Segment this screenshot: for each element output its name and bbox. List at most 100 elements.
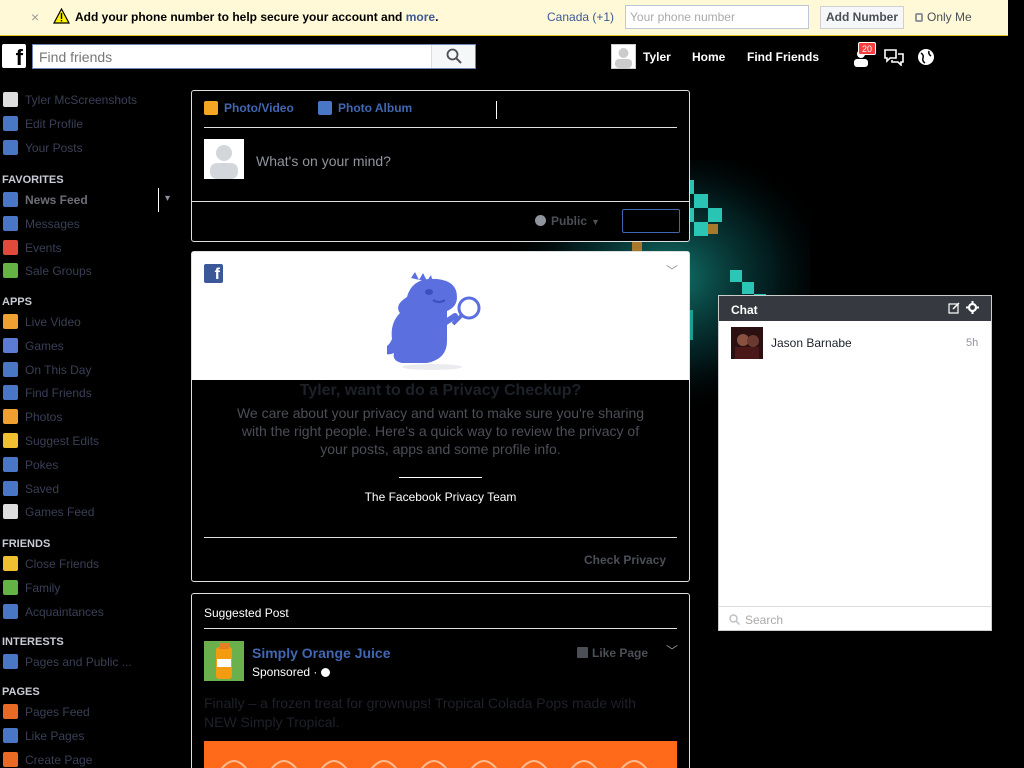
acquaintances-icon <box>3 603 18 619</box>
suggested-post: Suggested Post Simply Orange Juice Spons… <box>191 593 690 768</box>
phone-number-input[interactable] <box>625 5 809 29</box>
sidebar-item[interactable]: Photos <box>0 407 180 427</box>
like-page-label: Like Page <box>592 646 649 660</box>
search-icon <box>446 48 462 64</box>
compose-icon[interactable] <box>948 302 960 314</box>
caret-down-icon[interactable]: ▾ <box>165 193 170 204</box>
sidebar-item[interactable]: Edit Profile <box>0 114 180 134</box>
sidebar-item-label: Close Friends <box>25 557 100 571</box>
sidebar-item-label: Tyler McScreenshots <box>25 93 138 107</box>
sidebar-item[interactable]: Your Posts <box>0 138 180 158</box>
sidebar-item[interactable]: On This Day <box>0 360 180 380</box>
avatar <box>611 44 636 69</box>
sidebar-item[interactable]: News Feed ▾ <box>0 188 180 212</box>
sidebar-item[interactable]: Live Video <box>0 312 180 332</box>
sidebar-item[interactable]: Acquaintances <box>0 602 180 622</box>
photo-album-tab[interactable]: Photo Album <box>318 101 412 115</box>
sidebar-item-label: Like Pages <box>25 728 85 743</box>
suggest-edits-icon <box>3 433 18 448</box>
find-friends-icon <box>3 385 18 401</box>
divider <box>399 477 482 478</box>
like-page-button[interactable]: Like Page <box>577 646 648 660</box>
globe-icon <box>320 668 330 677</box>
sidebar-item[interactable]: Family <box>0 578 180 598</box>
chat-title: Chat <box>731 303 758 317</box>
photo-video-tab[interactable]: Photo/Video <box>204 101 294 115</box>
sidebar-item[interactable]: Like Pages <box>0 726 180 746</box>
contact-name: Jason Barnabe <box>771 336 852 350</box>
check-privacy-button[interactable]: Check Privacy <box>584 553 666 567</box>
sidebar-item-label: Live Video <box>25 315 81 329</box>
sidebar-item[interactable]: Find Friends <box>0 383 180 403</box>
sidebar-item-label: Events <box>25 240 62 255</box>
album-icon <box>318 101 332 115</box>
phone-banner: × Add your phone number to help secure y… <box>0 0 1008 36</box>
search-input[interactable] <box>33 45 431 68</box>
sidebar-item-label: Photos <box>25 410 63 425</box>
page-name-link[interactable]: Simply Orange Juice <box>252 645 391 661</box>
nav-heading-favorites: FAVORITES <box>2 174 64 186</box>
search-button[interactable] <box>431 45 475 68</box>
chevron-down-icon[interactable]: ﹀ <box>666 262 678 279</box>
audience-selector-public[interactable]: Public ▼ <box>535 214 600 228</box>
thumbs-up-icon <box>3 727 18 743</box>
sidebar-item[interactable]: Games <box>0 336 180 356</box>
sidebar-item-label: Sale Groups <box>25 264 92 279</box>
tab-divider <box>496 101 497 119</box>
sidebar-item[interactable]: Pokes <box>0 455 180 475</box>
page-avatar[interactable] <box>204 641 244 681</box>
audience-selector[interactable]: Only Me <box>915 10 972 24</box>
chat-contact[interactable]: Jason Barnabe 5h <box>719 326 991 360</box>
sidebar-item[interactable]: Suggest Edits <box>0 431 180 451</box>
star-icon <box>3 556 18 571</box>
chat-header[interactable]: Chat <box>719 296 991 321</box>
privacy-body: We care about your privacy and want to m… <box>236 405 645 457</box>
chat-search-input[interactable] <box>745 611 975 629</box>
nav-heading-apps: APPS <box>2 296 32 308</box>
banner-message: Add your phone number to help secure you… <box>75 10 439 24</box>
sidebar-item[interactable]: Saved <box>0 479 180 499</box>
facebook-logo-icon[interactable]: f <box>2 44 26 70</box>
messages-icon[interactable] <box>883 48 905 66</box>
sidebar-item-label: On This Day <box>25 362 92 377</box>
sidebar-item[interactable]: Close Friends <box>0 554 180 574</box>
country-selector[interactable]: Canada (+1) <box>547 10 614 24</box>
sidebar-item[interactable]: Pages Feed <box>0 702 180 722</box>
close-icon[interactable]: × <box>31 9 39 25</box>
sidebar-item[interactable]: Create Page <box>0 750 180 768</box>
more-link[interactable]: more <box>406 10 435 24</box>
chat-sidebar: Chat Jason Barnabe 5h <box>718 295 992 631</box>
home-link[interactable]: Home <box>692 50 725 64</box>
sidebar-item[interactable]: Pages and Public ... <box>0 652 180 672</box>
sidebar-item-label: Your Posts <box>25 140 83 155</box>
caret-down-icon: ▼ <box>591 217 600 227</box>
nav-more-options[interactable] <box>158 188 159 212</box>
gear-icon[interactable] <box>966 301 979 314</box>
post-button[interactable]: Post <box>622 209 680 233</box>
sidebar-item-label: Suggest Edits <box>25 434 100 448</box>
divider <box>204 537 677 538</box>
sidebar-item[interactable]: Messages <box>0 214 180 234</box>
thumbs-up-icon <box>577 647 588 658</box>
sidebar-item[interactable]: Games Feed <box>0 502 180 522</box>
user-name: Tyler <box>643 50 671 64</box>
live-video-icon <box>3 314 18 329</box>
chevron-down-icon[interactable]: ﹀ <box>666 642 678 659</box>
home-icon <box>3 579 18 595</box>
status-input[interactable]: What's on your mind? <box>256 153 391 169</box>
top-bar: f Tyler Home Find Friends 20 <box>0 36 1008 76</box>
photo-video-label: Photo/Video <box>224 101 294 115</box>
sidebar-item-label: Saved <box>25 481 60 496</box>
find-friends-link[interactable]: Find Friends <box>747 50 819 64</box>
sidebar-item[interactable]: Events <box>0 238 180 258</box>
tag-icon <box>3 263 18 279</box>
sidebar-item-label: Pages and Public ... <box>25 655 132 669</box>
sidebar-item[interactable]: Tyler McScreenshots <box>0 90 180 110</box>
sidebar-item[interactable]: Sale Groups <box>0 261 180 281</box>
sidebar-item-label: Pokes <box>25 457 59 472</box>
post-composer: Photo/Video Photo Album What's on your m… <box>191 90 690 242</box>
contact-avatar <box>731 327 763 359</box>
globe-notifications-icon[interactable] <box>916 47 936 67</box>
post-image[interactable] <box>204 741 677 768</box>
add-number-button[interactable]: Add Number <box>820 6 904 29</box>
